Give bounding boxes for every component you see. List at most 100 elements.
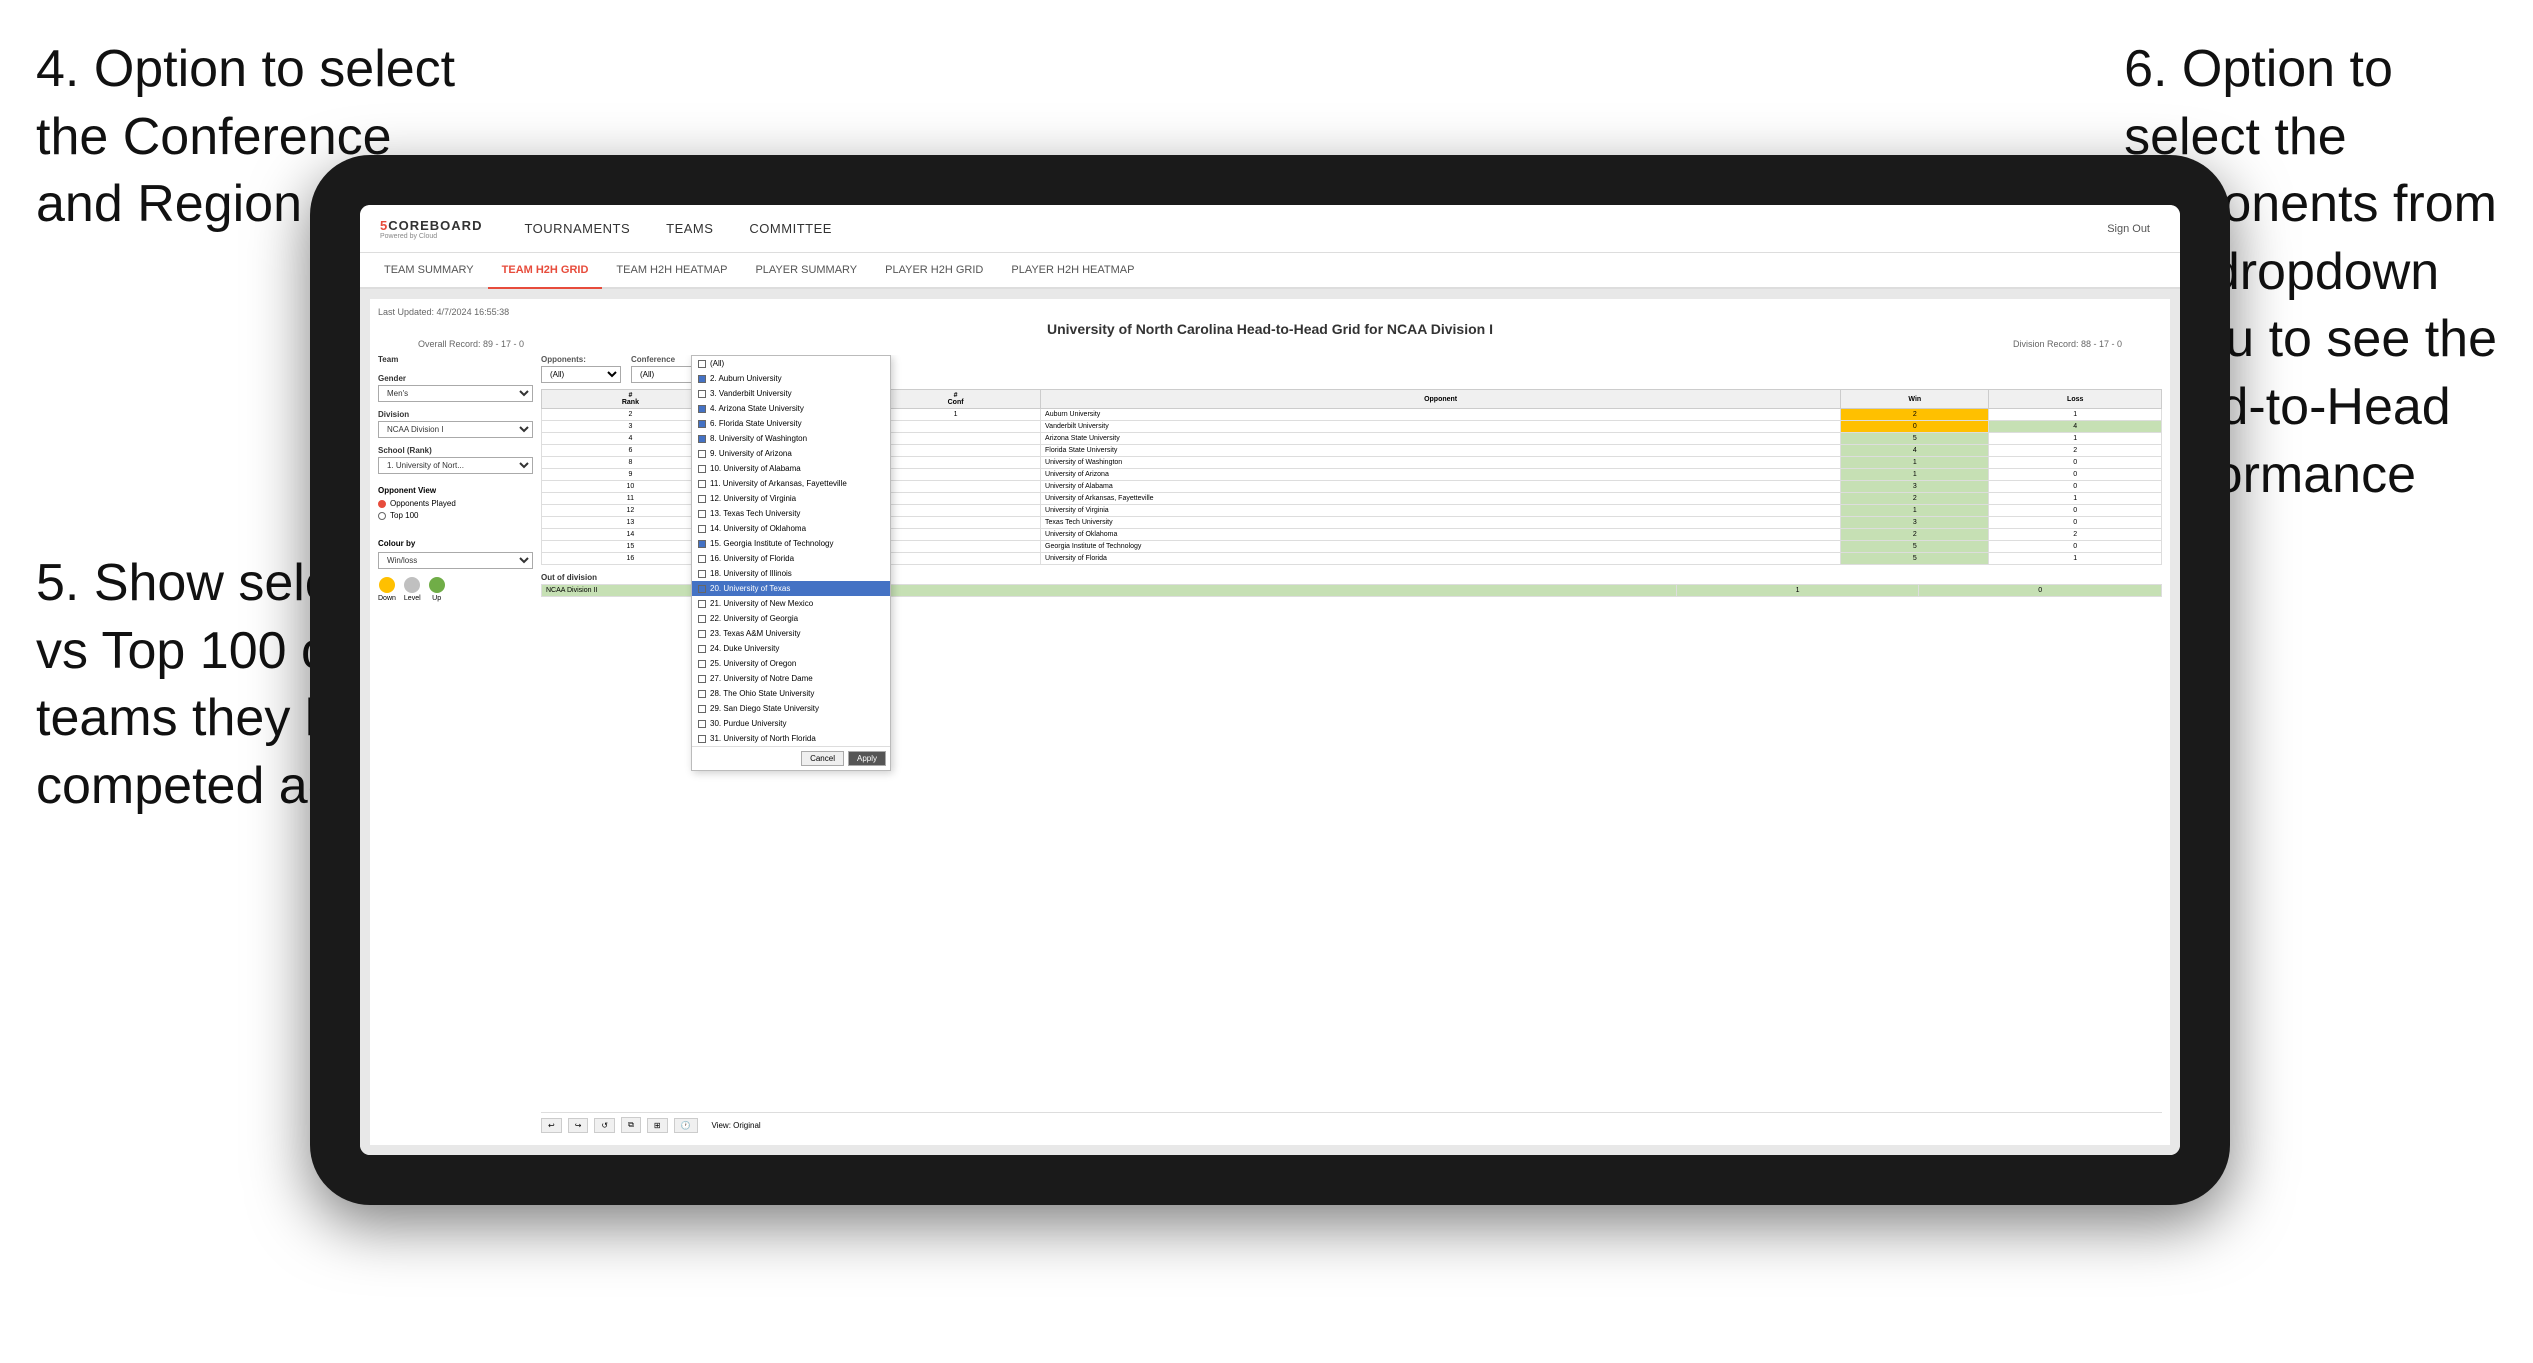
dropdown-item[interactable]: 8. University of Washington (692, 431, 890, 446)
dropdown-item[interactable]: 30. Purdue University (692, 716, 890, 731)
subnav-team-h2h-grid[interactable]: TEAM H2H GRID (488, 253, 603, 289)
dropdown-item[interactable]: 4. Arizona State University (692, 401, 890, 416)
cell-conf (871, 457, 1041, 469)
cell-opponent: University of Arkansas, Fayetteville (1041, 493, 1841, 505)
dropdown-checkbox (698, 465, 706, 473)
radio-label-top100: Top 100 (390, 511, 418, 520)
dropdown-item[interactable]: 27. University of Notre Dame (692, 671, 890, 686)
radio-top100[interactable]: Top 100 (378, 511, 533, 520)
navbar: 5COREBOARD Powered by Cloud TOURNAMENTS … (360, 205, 2180, 253)
dropdown-item[interactable]: 29. San Diego State University (692, 701, 890, 716)
cell-win: 2 (1841, 409, 1989, 421)
subnav-team-summary[interactable]: TEAM SUMMARY (370, 253, 488, 289)
dropdown-item[interactable]: 12. University of Virginia (692, 491, 890, 506)
dropdown-item-label: 23. Texas A&M University (710, 629, 801, 638)
dropdown-item[interactable]: 25. University of Oregon (692, 656, 890, 671)
dropdown-item[interactable]: 11. University of Arkansas, Fayetteville (692, 476, 890, 491)
radio-opponents-played[interactable]: Opponents Played (378, 499, 533, 508)
cell-conf (871, 541, 1041, 553)
last-updated: Last Updated: 4/7/2024 16:55:38 (378, 307, 509, 317)
cell-opponent: University of Oklahoma (1041, 529, 1841, 541)
cell-loss: 1 (1989, 553, 2162, 565)
opponent-dropdown[interactable]: (All) 2. Auburn University 3. Vanderbilt U… (691, 355, 891, 771)
dropdown-item-label: 11. University of Arkansas, Fayetteville (710, 479, 847, 488)
colour-down: Down (378, 577, 396, 602)
dropdown-checkbox (698, 615, 706, 623)
dropdown-item[interactable]: 3. Vanderbilt University (692, 386, 890, 401)
cell-opponent: University of Arizona (1041, 469, 1841, 481)
dropdown-item[interactable]: 31. University of North Florida (692, 731, 890, 746)
subnav-player-h2h-grid[interactable]: PLAYER H2H GRID (871, 253, 997, 289)
dropdown-item[interactable]: 23. Texas A&M University (692, 626, 890, 641)
dropdown-item[interactable]: 15. Georgia Institute of Technology (692, 536, 890, 551)
cell-conf (871, 493, 1041, 505)
clock-button[interactable]: 🕐 (674, 1118, 698, 1133)
toolbar: ↩ ↪ ↺ ⧉ ⊞ 🕐 View: Original (541, 1112, 2162, 1137)
nav-signout[interactable]: Sign Out (2097, 223, 2160, 235)
cell-opponent: Auburn University (1041, 409, 1841, 421)
dropdown-item[interactable]: 18. University of Illinois (692, 566, 890, 581)
colour-level: Level (404, 577, 421, 602)
subnav-player-h2h-heatmap[interactable]: PLAYER H2H HEATMAP (997, 253, 1148, 289)
dropdown-item-label: 20. University of Texas (710, 584, 790, 593)
dropdown-item[interactable]: 14. University of Oklahoma (692, 521, 890, 536)
cell-loss: 1 (1989, 433, 2162, 445)
colour-dot-down (379, 577, 395, 593)
dropdown-item[interactable]: 10. University of Alabama (692, 461, 890, 476)
dropdown-checkbox (698, 675, 706, 683)
school-select[interactable]: 1. University of Nort... (378, 457, 533, 474)
dropdown-item[interactable]: (All) (692, 356, 890, 371)
dropdown-checkbox (698, 600, 706, 608)
dropdown-item[interactable]: 9. University of Arizona (692, 446, 890, 461)
dropdown-item[interactable]: 28. The Ohio State University (692, 686, 890, 701)
dropdown-item-label: 2. Auburn University (710, 374, 782, 383)
dropdown-item-label: 12. University of Virginia (710, 494, 796, 503)
cell-win: 2 (1841, 493, 1989, 505)
filter-row: Opponents: (All) Conference (All) (541, 355, 2162, 383)
nav-teams[interactable]: TEAMS (648, 205, 731, 253)
dropdown-item[interactable]: 6. Florida State University (692, 416, 890, 431)
report-header: Last Updated: 4/7/2024 16:55:38 (378, 307, 2162, 317)
dropdown-item[interactable]: 13. Texas Tech University (692, 506, 890, 521)
dropdown-item-label: 13. Texas Tech University (710, 509, 800, 518)
left-panel: Team Gender Men's Division NCAA Division… (378, 355, 533, 1137)
nav-tournaments[interactable]: TOURNAMENTS (506, 205, 648, 253)
dropdown-item[interactable]: 16. University of Florida (692, 551, 890, 566)
subnav: TEAM SUMMARY TEAM H2H GRID TEAM H2H HEAT… (360, 253, 2180, 289)
apply-button[interactable]: Apply (848, 751, 886, 766)
dropdown-item[interactable]: 21. University of New Mexico (692, 596, 890, 611)
cell-opponent: University of Virginia (1041, 505, 1841, 517)
gender-label: Gender (378, 374, 533, 383)
dropdown-item[interactable]: 2. Auburn University (692, 371, 890, 386)
refresh-button[interactable]: ↺ (594, 1118, 615, 1133)
cell-loss: 0 (1989, 469, 2162, 481)
view-label: View: Original (712, 1121, 761, 1130)
redo-button[interactable]: ↪ (568, 1118, 589, 1133)
dropdown-item[interactable]: 20. University of Texas (692, 581, 890, 596)
cell-opponent: University of Washington (1041, 457, 1841, 469)
school-field: School (Rank) 1. University of Nort... (378, 446, 533, 474)
undo-button[interactable]: ↩ (541, 1118, 562, 1133)
cell-loss: 0 (1989, 505, 2162, 517)
cell-win: 4 (1841, 445, 1989, 457)
dropdown-item[interactable]: 22. University of Georgia (692, 611, 890, 626)
nav-committee[interactable]: COMMITTEE (731, 205, 850, 253)
division-select[interactable]: NCAA Division I (378, 421, 533, 438)
dropdown-checkbox (698, 450, 706, 458)
gender-select[interactable]: Men's (378, 385, 533, 402)
colour-select[interactable]: Win/loss (378, 552, 533, 569)
tablet-screen: 5COREBOARD Powered by Cloud TOURNAMENTS … (360, 205, 2180, 1155)
subnav-team-h2h-heatmap[interactable]: TEAM H2H HEATMAP (602, 253, 741, 289)
dropdown-checkbox (698, 645, 706, 653)
cell-conf (871, 421, 1041, 433)
cancel-button[interactable]: Cancel (801, 751, 844, 766)
subnav-player-summary[interactable]: PLAYER SUMMARY (741, 253, 871, 289)
out-division-win: 1 (1676, 585, 1919, 597)
dropdown-item-label: 16. University of Florida (710, 554, 794, 563)
dropdown-item-label: 6. Florida State University (710, 419, 802, 428)
cell-win: 1 (1841, 457, 1989, 469)
grid-button[interactable]: ⊞ (647, 1118, 668, 1133)
filter-opponents-select[interactable]: (All) (541, 366, 621, 383)
copy-button[interactable]: ⧉ (621, 1117, 641, 1133)
dropdown-item[interactable]: 24. Duke University (692, 641, 890, 656)
